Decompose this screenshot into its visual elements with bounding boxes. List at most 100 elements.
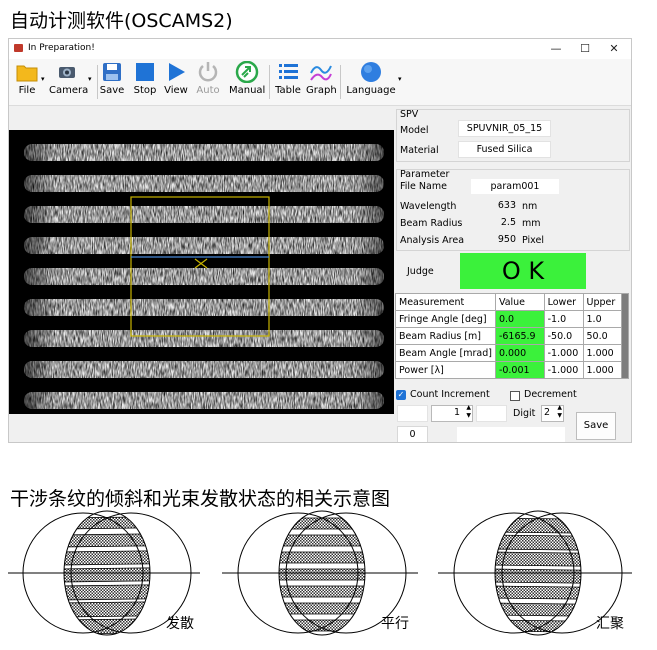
hatched-fringe <box>279 585 365 598</box>
spinner-arrows-icon[interactable]: ▲ ▼ <box>557 404 562 420</box>
prefix-input[interactable] <box>397 405 428 422</box>
parameter-title: Parameter <box>400 169 450 180</box>
row-upper: 1.000 <box>582 361 623 379</box>
toolbar: File ▾ Camera ▾ Save Stop View Auto Manu… <box>9 59 631 106</box>
count-spinner[interactable]: 1 ▲ ▼ <box>431 404 473 422</box>
wavelength-field[interactable]: 633 <box>470 198 516 215</box>
material-label: Material <box>400 145 439 156</box>
header-measurement: Measurement <box>395 293 496 311</box>
globe-icon <box>359 61 383 83</box>
digit-label: Digit <box>513 408 536 419</box>
hatched-fringe <box>495 585 581 600</box>
table-scrollbar[interactable] <box>621 293 629 379</box>
camera-button[interactable]: Camera <box>49 61 89 96</box>
row-name: Beam Radius [m] <box>395 327 496 345</box>
decrement-checkbox[interactable] <box>510 391 520 401</box>
row-value: 0.000 <box>494 344 545 362</box>
maximize-button[interactable]: ☐ <box>572 39 598 59</box>
camera-dropdown-icon[interactable]: ▾ <box>88 75 92 83</box>
material-field[interactable]: Fused Silica <box>458 141 551 158</box>
header-upper: Upper <box>582 293 623 311</box>
digit-spinner-value: 2 <box>544 407 551 418</box>
file-button[interactable]: File <box>12 61 42 96</box>
table-row[interactable]: Power [λ] -0.001 -1.000 1.000 <box>395 361 629 379</box>
spinner-arrows-icon[interactable]: ▲ ▼ <box>466 404 471 420</box>
camera-image[interactable] <box>9 130 394 414</box>
language-dropdown-icon[interactable]: ▾ <box>398 75 402 83</box>
graph-button[interactable]: Graph <box>306 61 337 96</box>
beam-radius-field[interactable]: 2.5 <box>470 215 516 232</box>
app-logo-icon <box>14 44 23 52</box>
file-name-label: File Name <box>400 181 447 192</box>
camera-icon <box>55 61 79 83</box>
model-field[interactable]: SPUVNIR_05_15 <box>458 120 551 137</box>
auto-button[interactable]: Auto <box>195 61 221 96</box>
row-value: 0.0 <box>494 310 545 328</box>
row-upper: 1.000 <box>582 344 623 362</box>
count-increment-checkbox[interactable]: ✓ <box>396 390 406 400</box>
digit-spinner[interactable]: 2 ▲ ▼ <box>541 404 564 422</box>
manual-label: Manual <box>229 85 266 96</box>
row-upper: 50.0 <box>582 327 623 345</box>
table-row[interactable]: Beam Angle [mrad] 0.000 -1.000 1.000 <box>395 344 629 362</box>
row-upper: 1.0 <box>582 310 623 328</box>
hatched-fringe <box>64 567 150 583</box>
save-label: Save <box>99 85 125 96</box>
save-icon <box>100 61 124 83</box>
suffix-input[interactable] <box>476 405 507 422</box>
row-lower: -1.000 <box>543 344 584 362</box>
diagram-title: 干涉条纹的倾斜和光束发散状态的相关示意图 <box>10 488 391 510</box>
decrement-label: Decrement <box>524 389 577 400</box>
language-button[interactable]: Language <box>345 61 397 96</box>
row-name: Power [λ] <box>395 361 496 379</box>
parameter-group: Parameter File Name param001 Wavelength … <box>396 169 630 251</box>
file-output-field[interactable] <box>457 427 565 442</box>
toolbar-separator <box>97 65 98 99</box>
file-label: File <box>18 85 36 96</box>
fringe-image <box>9 130 394 414</box>
hatched-fringe <box>495 517 581 534</box>
counter-display[interactable]: 0 <box>397 426 428 442</box>
row-value: -6165.9 <box>494 327 545 345</box>
analysis-area-unit: Pixel <box>522 235 544 246</box>
table-row[interactable]: Beam Radius [m] -6165.9 -50.0 50.0 <box>395 327 629 345</box>
language-label: Language <box>346 85 396 96</box>
table-button[interactable]: Table <box>274 61 302 96</box>
play-icon <box>164 61 188 83</box>
window-title: In Preparation! <box>28 43 95 53</box>
wavelength-unit: nm <box>522 201 538 212</box>
title-bar: In Preparation! — ☐ ✕ <box>9 39 631 59</box>
minimize-button[interactable]: — <box>543 39 569 59</box>
graph-label: Graph <box>306 85 337 96</box>
judge-result: O K <box>460 253 586 289</box>
save-button[interactable]: Save <box>99 61 125 96</box>
row-value: -0.001 <box>494 361 545 379</box>
auto-label: Auto <box>196 85 220 96</box>
spv-group: SPV Model SPUVNIR_05_15 Material Fused S… <box>396 109 630 162</box>
header-lower: Lower <box>543 293 584 311</box>
beam-radius-unit: mm <box>522 218 541 229</box>
analysis-area-field[interactable]: 950 <box>470 232 516 249</box>
close-button[interactable]: ✕ <box>601 39 627 59</box>
app-window: In Preparation! — ☐ ✕ File ▾ Camera ▾ Sa… <box>8 38 632 443</box>
count-spinner-value: 1 <box>453 407 460 418</box>
save-result-button[interactable]: Save <box>576 412 616 440</box>
judge-label: Judge <box>407 266 434 277</box>
camera-label: Camera <box>49 85 89 96</box>
power-icon <box>196 61 220 83</box>
spv-title: SPV <box>400 109 419 120</box>
table-row[interactable]: Fringe Angle [deg] 0.0 -1.0 1.0 <box>395 310 629 328</box>
parallel-label: 平行 <box>381 616 409 632</box>
table-label: Table <box>275 85 301 96</box>
view-button[interactable]: View <box>163 61 189 96</box>
analysis-area-label: Analysis Area <box>400 235 465 246</box>
wavelength-label: Wavelength <box>400 201 457 212</box>
manual-button[interactable]: Manual <box>229 60 266 96</box>
diverging-label: 发散 <box>166 616 194 632</box>
stop-button[interactable]: Stop <box>132 61 158 96</box>
stop-icon <box>133 61 157 83</box>
toolbar-separator <box>340 65 341 99</box>
file-dropdown-icon[interactable]: ▾ <box>41 75 45 83</box>
file-name-field[interactable]: param001 <box>470 178 560 195</box>
row-lower: -1.0 <box>543 310 584 328</box>
